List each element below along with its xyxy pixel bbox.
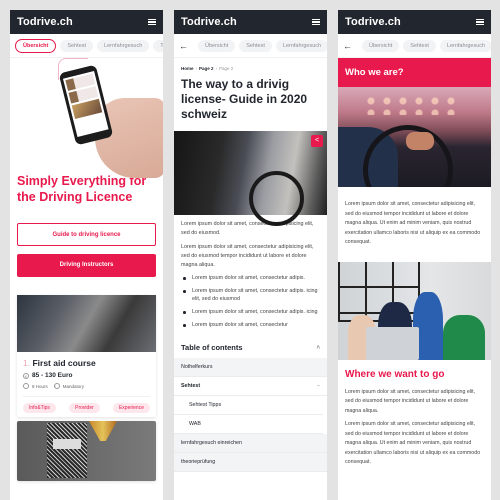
who-we-are-heading: Who we are? (338, 58, 491, 87)
tab-ubersicht[interactable]: Übersicht (198, 39, 236, 52)
bullet-item: Lorem ipsum dolor sit amet, consectetur … (181, 308, 320, 316)
tab-ubersicht[interactable]: Übersicht (15, 38, 57, 53)
tab-lernfahrgesuch[interactable]: Lernfahrgesuch (439, 39, 491, 52)
top-bar: Todrive.ch (10, 10, 163, 34)
tab-ubersicht[interactable]: Übersicht (362, 39, 400, 52)
toc-subitem-wab[interactable]: WAB (174, 415, 323, 434)
collapse-minus-icon[interactable]: – (317, 377, 320, 395)
top-bar: Todrive.ch (174, 10, 327, 34)
course-title: 1. First aid course (23, 358, 150, 368)
logo[interactable]: Todrive.ch (17, 16, 73, 28)
breadcrumb: Home › Page 2 › Page 2 (181, 66, 234, 71)
logo[interactable]: Todrive.ch (345, 16, 401, 28)
notebook-illustration (47, 423, 87, 478)
toc-subitem-sehtest-tipps[interactable]: Sehtest Tipps (174, 396, 323, 415)
clock-icon (23, 383, 29, 389)
screen-about: Todrive.ch ← Übersicht Sehtest Lernfahrg… (338, 10, 491, 500)
screen-home: Todrive.ch Übersicht Sehtest Lernfahrges… (10, 10, 163, 500)
driving-image (338, 87, 491, 187)
toc-header[interactable]: Table of contents ˄ (174, 334, 327, 358)
tab-bar: ← Übersicht Sehtest Lernfahrgesuch (338, 34, 491, 58)
back-arrow-icon[interactable]: ← (179, 41, 188, 51)
smartphone-illustration (58, 64, 114, 146)
article-paragraph: Lorem ipsum dolor sit amet, consectetur … (181, 221, 314, 236)
course-title-text: First aid course (32, 358, 96, 368)
course-price: € 85 - 130 Euro (23, 372, 150, 379)
info-icon: i (53, 383, 60, 389)
toc-item-lernfahrgesuch[interactable]: lernfahrgesuch einreichen (174, 434, 327, 453)
guide-button[interactable]: Guide to driving licence (17, 223, 156, 246)
bullet-item: Lorem ipsum dolor sit amet, consectetur … (181, 287, 320, 303)
price-text: 85 - 130 Euro (32, 372, 73, 379)
screen-article: Todrive.ch ← Übersicht Sehtest Lernfahrg… (174, 10, 327, 500)
duration-text: 8 Hours (32, 383, 48, 389)
toc-item-nothelferkurs[interactable]: Nothelferkurs (174, 358, 327, 377)
toc-item-sehtest[interactable]: Sehtest – (174, 377, 327, 396)
where-paragraph: Lorem ipsum dolor sit amet, consectetur … (345, 388, 476, 414)
back-arrow-icon[interactable]: ← (343, 41, 352, 51)
hamburger-menu-icon[interactable] (476, 19, 484, 25)
price-icon: € (23, 372, 29, 379)
breadcrumb-page[interactable]: Page 2 (199, 66, 214, 71)
tab-lernfahrgesuch[interactable]: Lernfahrgesuch (275, 39, 327, 52)
course-chips: Info&Tips Provider Experience (23, 396, 150, 413)
share-icon[interactable]: < (311, 135, 323, 147)
who-we-are-text: Lorem ipsum dolor sit amet, consectetur … (345, 201, 481, 245)
where-we-want-to-go-heading: Where we want to go (345, 368, 445, 380)
chip-info-tips[interactable]: Info&Tips (23, 403, 56, 413)
bullet-item: Lorem ipsum dolor sit amet, consectetur (181, 321, 320, 329)
logo[interactable]: Todrive.ch (181, 16, 237, 28)
tab-theorie[interactable]: The (153, 39, 163, 52)
chip-experience[interactable]: Experience (112, 403, 150, 413)
breadcrumb-home[interactable]: Home (181, 66, 194, 71)
requirement-text: Mandatory (62, 383, 85, 389)
driving-instructors-button[interactable]: Driving Instructors (17, 254, 156, 277)
article-title: The way to a drivig license- Guide in 20… (181, 77, 308, 121)
pencils-illustration (89, 421, 117, 441)
article-image: < (174, 131, 327, 226)
breadcrumb-current: Page 2 (219, 66, 234, 71)
course-number: 1. (23, 358, 31, 368)
team-image (338, 261, 491, 360)
hero-image (10, 58, 163, 178)
course-image (17, 295, 156, 352)
article-paragraph: Lorem ipsum dolor sit amet, consectetur … (181, 244, 314, 268)
laptop-illustration (366, 326, 419, 360)
hamburger-menu-icon[interactable] (148, 19, 156, 25)
toc-item-theoriepruefung[interactable]: theorieprüfung (174, 453, 327, 472)
chip-provider[interactable]: Provider (69, 403, 100, 413)
article-bullet-list: Lorem ipsum dolor sit amet, consectetur … (174, 270, 327, 329)
tab-sehtest[interactable]: Sehtest (403, 39, 436, 52)
tab-bar: ← Übersicht Sehtest Lernfahrgesuch (174, 34, 327, 58)
course-meta: 8 Hours i Mandatory (23, 383, 150, 389)
steering-wheel-illustration (249, 171, 304, 226)
tab-sehtest[interactable]: Sehtest (60, 39, 94, 52)
where-paragraph: Lorem ipsum dolor sit amet, consectetur … (345, 421, 481, 465)
tab-bar: Übersicht Sehtest Lernfahrgesuch The (10, 34, 163, 58)
course-card[interactable]: 1. First aid course € 85 - 130 Euro 8 Ho… (17, 295, 156, 417)
bullet-item: Lorem ipsum dolor sit amet, consectetur … (181, 274, 320, 282)
tab-lernfahrgesuch[interactable]: Lernfahrgesuch (97, 39, 150, 52)
chevron-up-icon[interactable]: ˄ (316, 345, 320, 351)
hamburger-menu-icon[interactable] (312, 19, 320, 25)
course-card-2-image[interactable] (17, 421, 156, 481)
toc-title: Table of contents (181, 343, 243, 352)
tab-sehtest[interactable]: Sehtest (239, 39, 272, 52)
top-bar: Todrive.ch (338, 10, 491, 34)
